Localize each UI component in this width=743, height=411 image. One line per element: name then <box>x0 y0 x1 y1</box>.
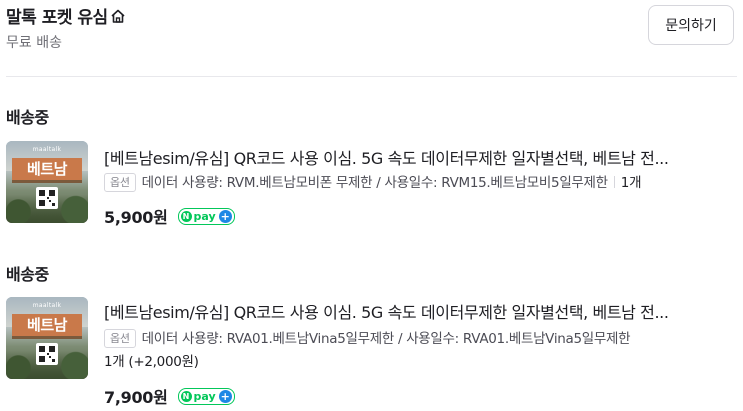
plus-icon: + <box>218 389 232 403</box>
plus-icon: + <box>218 209 232 223</box>
delivery-status: 배송중 <box>6 108 49 127</box>
product-thumbnail[interactable]: maaltalk 베트남 <box>6 141 88 223</box>
product-name[interactable]: [베트남esim/유심] QR코드 사용 이심. 5G 속도 데이터무제한 일자… <box>104 299 737 323</box>
option-text: 데이터 사용량: RVA01.베트남Vina5일무제한 / 사용일수: RVA0… <box>141 331 631 347</box>
price: 7,900원 <box>104 388 168 407</box>
inquiry-button[interactable]: 문의하기 <box>648 5 734 45</box>
store-header: 말톡 포켓 유심 무료 배송 문의하기 <box>6 0 737 76</box>
naver-n-icon: N <box>180 390 192 402</box>
price-row: 7,900원 Npay + <box>104 384 235 408</box>
npay-badge: Npay + <box>177 207 235 225</box>
option-badge: 옵션 <box>104 173 136 192</box>
qr-code-icon <box>36 187 58 209</box>
npay-label: pay <box>193 209 216 223</box>
option-badge: 옵션 <box>104 329 136 348</box>
qr-code-icon <box>36 343 58 365</box>
quantity: 1개 <box>620 175 642 191</box>
product-name[interactable]: [베트남esim/유심] QR코드 사용 이심. 5G 속도 데이터무제한 일자… <box>104 145 737 169</box>
option-details: 옵션 데이터 사용량: RVA01.베트남Vina5일무제한 / 사용일수: RV… <box>104 328 724 374</box>
delivery-status: 배송중 <box>6 265 49 284</box>
npay-label: pay <box>193 389 216 403</box>
quantity: 1개 (+2,000원) <box>104 354 199 370</box>
order-item: 배송중 maaltalk 베트남 [베트남esim/유심] QR코드 사용 이심… <box>6 257 737 411</box>
option-text: 데이터 사용량: RVM.베트남모비폰 무제한 / 사용일수: RVM15.베트… <box>141 175 608 191</box>
shipping-info: 무료 배송 <box>6 35 62 51</box>
store-title-row[interactable]: 말톡 포켓 유심 <box>6 3 126 28</box>
npay-badge: Npay + <box>177 387 235 405</box>
home-icon[interactable] <box>110 8 126 24</box>
naver-n-icon: N <box>180 210 192 222</box>
price: 5,900원 <box>104 208 168 227</box>
price-row: 5,900원 Npay + <box>104 204 235 228</box>
separator <box>613 176 615 188</box>
header-divider <box>6 76 737 77</box>
order-item: 배송중 maaltalk 베트남 [베트남esim/유심] QR코드 사용 이심… <box>6 100 737 230</box>
thumbnail-country-label: 베트남 <box>12 314 82 336</box>
product-thumbnail[interactable]: maaltalk 베트남 <box>6 297 88 379</box>
store-name[interactable]: 말톡 포켓 유심 <box>6 3 108 28</box>
brand-logo: maaltalk <box>32 302 62 309</box>
brand-logo: maaltalk <box>32 146 62 153</box>
option-details: 옵션 데이터 사용량: RVM.베트남모비폰 무제한 / 사용일수: RVM15.… <box>104 172 724 195</box>
thumbnail-country-label: 베트남 <box>12 158 82 180</box>
